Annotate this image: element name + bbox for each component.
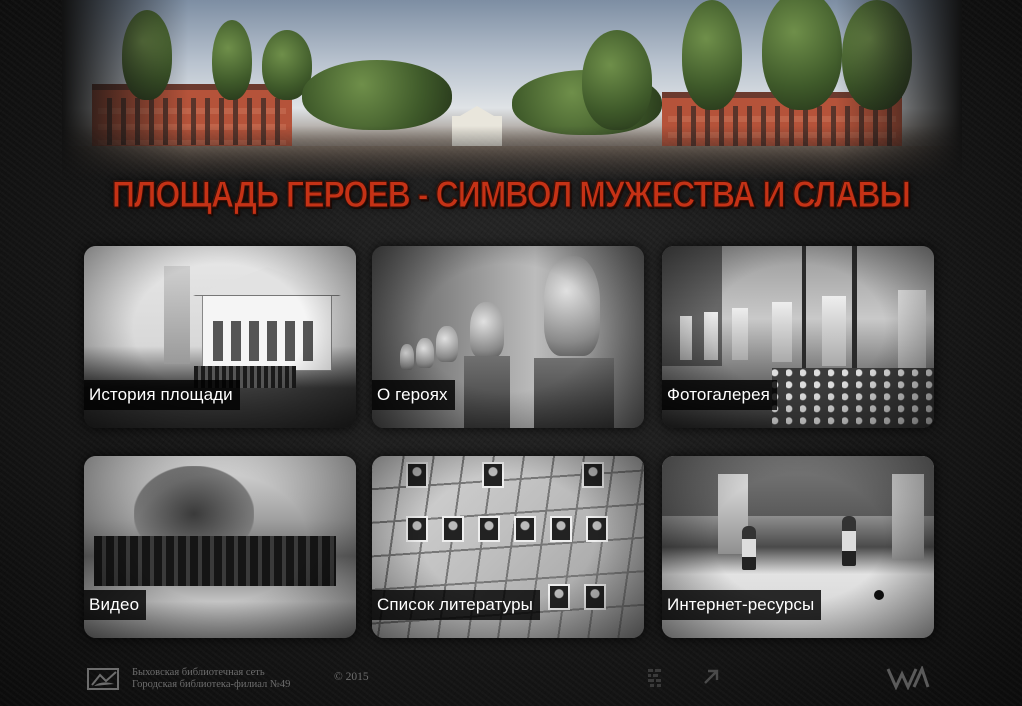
library-logo-icon[interactable] [86, 666, 122, 692]
tile-heroes[interactable]: О героях [372, 246, 644, 428]
qr-code-icon[interactable] [648, 669, 662, 687]
header-banner-photo [62, 0, 962, 180]
tile-video[interactable]: Видео [84, 456, 356, 638]
tile-literature[interactable]: Список литературы [372, 456, 644, 638]
library-branch-name: Городская библиотека-филиал №49 [132, 679, 291, 690]
library-credit: Быховская библиотечная сеть Городская би… [132, 667, 290, 691]
external-link-arrow-icon[interactable] [700, 666, 722, 688]
tile-internet-label[interactable]: Интернет-ресурсы [662, 590, 822, 620]
tile-gallery-label[interactable]: Фотогалерея [662, 380, 777, 410]
tile-history[interactable]: История площади [84, 246, 356, 428]
tile-heroes-label[interactable]: О героях [372, 380, 455, 410]
banner-edge-fade [62, 0, 962, 180]
tile-internet[interactable]: Интернет-ресурсы [662, 456, 934, 638]
studio-logo-icon[interactable] [886, 666, 930, 690]
page-title: ПЛОЩАДЬ ГЕРОЕВ - СИМВОЛ МУЖЕСТВА И СЛАВЫ [112, 174, 912, 216]
page: ПЛОЩАДЬ ГЕРОЕВ - СИМВОЛ МУЖЕСТВА И СЛАВЫ… [0, 0, 1022, 706]
copyright: © 2015 [334, 671, 369, 683]
library-network-name: Быховская библиотечная сеть [132, 667, 265, 678]
footer: Быховская библиотечная сеть Городская би… [0, 660, 1022, 700]
tile-history-label[interactable]: История площади [84, 380, 240, 410]
tile-literature-label[interactable]: Список литературы [372, 590, 540, 620]
tile-gallery[interactable]: Фотогалерея [662, 246, 934, 428]
tile-video-label[interactable]: Видео [84, 590, 147, 620]
